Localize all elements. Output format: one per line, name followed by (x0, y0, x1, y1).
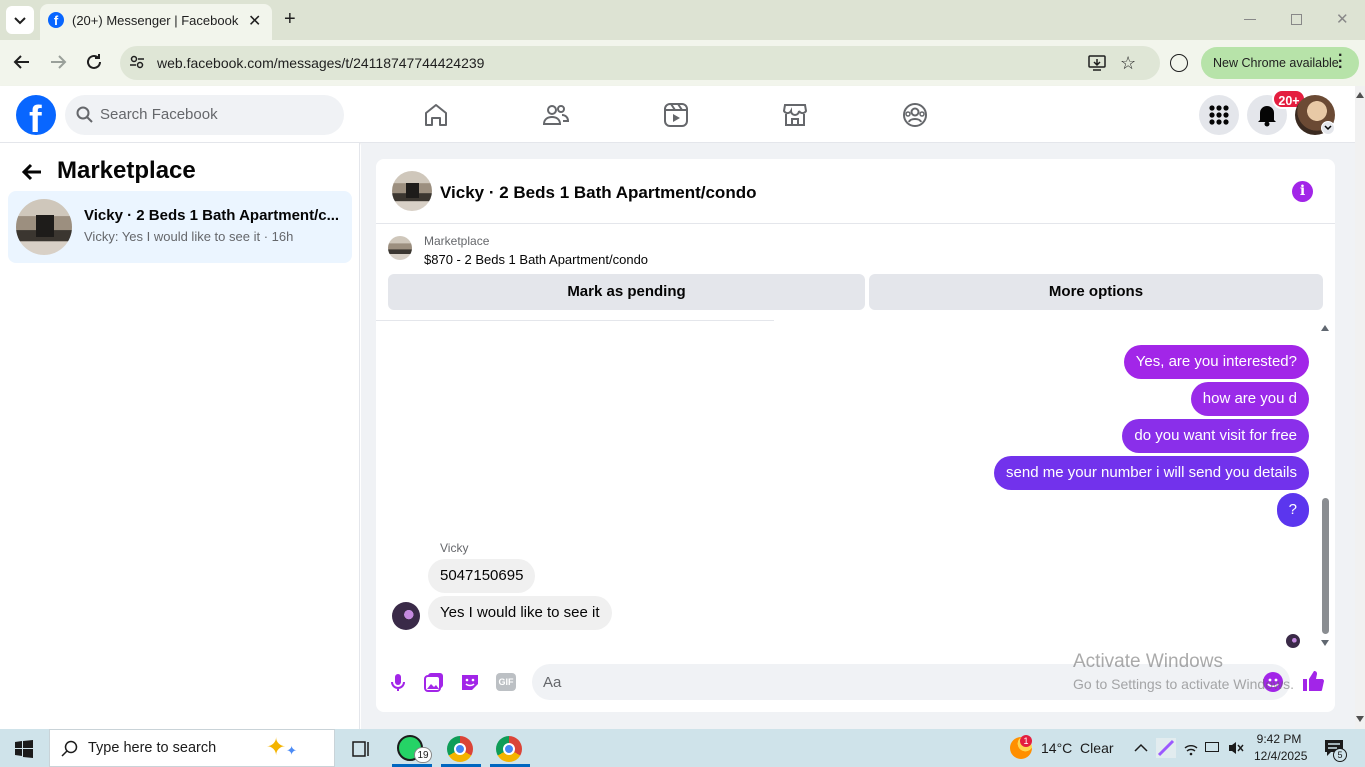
conversation-preview: Vicky: Yes I would like to see it · 16h (84, 229, 294, 244)
outgoing-message: Yes, are you interested? (1123, 345, 1309, 379)
minimize-button[interactable] (1244, 19, 1256, 20)
weather-text[interactable]: 14°C Clear (1041, 740, 1114, 756)
facebook-logo[interactable]: f (16, 95, 56, 135)
sender-avatar[interactable] (392, 602, 420, 630)
page-scroll-down-arrow[interactable] (1356, 716, 1364, 722)
arrow-left-icon (13, 55, 29, 69)
account-chevron-icon[interactable] (1321, 121, 1335, 135)
listing-price[interactable]: $870 - 2 Beds 1 Bath Apartment/condo (424, 252, 648, 267)
gif-icon[interactable]: GIF (496, 673, 516, 691)
back-button[interactable] (12, 52, 32, 72)
back-arrow-button[interactable] (20, 160, 44, 184)
clock-time[interactable]: 9:42 PM (1254, 732, 1304, 746)
window-close-button[interactable]: ✕ (1336, 10, 1349, 28)
network-icon[interactable] (1183, 740, 1199, 756)
message-input-placeholder: Aa (543, 674, 562, 691)
notification-count: 5 (1333, 748, 1347, 762)
chrome-menu-icon[interactable]: · · · (1338, 48, 1343, 76)
show-hidden-icons-chevron-icon[interactable] (1133, 740, 1149, 756)
groups-icon[interactable] (901, 101, 929, 129)
grid-icon (1209, 105, 1229, 125)
incoming-message: 5047150695 (428, 559, 536, 593)
seen-avatar (1286, 634, 1300, 648)
forward-button[interactable] (48, 52, 68, 72)
scroll-down-arrow[interactable] (1321, 640, 1329, 646)
video-icon[interactable] (662, 101, 690, 129)
reload-icon (87, 54, 101, 69)
outgoing-message: do you want visit for free (1122, 419, 1309, 453)
chrome-taskbar-icon[interactable] (447, 736, 473, 762)
chat-title[interactable]: Vicky · 2 Beds 1 Bath Apartment/condo (440, 183, 756, 203)
chat-header-divider (376, 223, 1335, 224)
tab-close-icon[interactable]: ✕ (248, 11, 261, 31)
new-tab-button[interactable]: + (284, 8, 296, 31)
page-scroll-up-arrow[interactable] (1356, 92, 1364, 98)
volume-muted-icon[interactable] (1227, 740, 1245, 756)
chrome-taskbar-icon[interactable] (496, 736, 522, 762)
photo-icon[interactable] (424, 672, 444, 692)
search-icon (61, 740, 79, 758)
marketplace-icon[interactable] (781, 101, 809, 129)
info-icon[interactable]: i (1292, 181, 1313, 202)
task-view-icon[interactable] (351, 739, 371, 759)
battery-icon[interactable] (1205, 742, 1219, 752)
activate-windows-title: Activate Windows (1073, 651, 1223, 672)
outgoing-message: how are you d (1190, 382, 1309, 416)
new-chrome-label: New Chrome available (1213, 56, 1339, 70)
listing-thumbnail[interactable] (388, 236, 412, 260)
pen-icon[interactable] (1156, 738, 1176, 758)
sticker-icon[interactable] (460, 672, 480, 692)
sparkle-icon: ✦✦ (266, 734, 298, 761)
whatsapp-badge: 19 (414, 747, 432, 763)
bookmark-star-icon[interactable]: ☆ (1120, 53, 1136, 74)
taskbar-search-placeholder: Type here to search (88, 740, 217, 756)
windows-start-icon[interactable] (15, 740, 33, 758)
more-options-button[interactable]: More options (869, 274, 1323, 310)
restore-button[interactable] (1291, 14, 1302, 25)
search-icon (76, 106, 94, 124)
sender-name: Vicky (440, 541, 469, 555)
mark-as-pending-button[interactable]: Mark as pending (388, 274, 865, 310)
like-thumb-icon[interactable] (1301, 669, 1325, 693)
page-scrollbar[interactable] (1355, 86, 1365, 729)
site-info-icon[interactable] (129, 54, 145, 70)
url-text[interactable]: web.facebook.com/messages/t/241187477444… (157, 55, 484, 71)
chevron-down-icon (14, 17, 26, 25)
install-app-icon[interactable] (1088, 54, 1106, 72)
outgoing-message: send me your number i will send you deta… (994, 456, 1309, 490)
tab-title: (20+) Messenger | Facebook (72, 13, 239, 28)
chat-thumbnail[interactable] (392, 171, 432, 211)
incoming-message: Yes I would like to see it (428, 596, 612, 630)
weather-badge: 1 (1020, 735, 1032, 747)
microphone-icon[interactable] (388, 672, 408, 692)
friends-icon[interactable] (542, 101, 570, 129)
panel-title: Marketplace (57, 157, 196, 184)
conversation-thumbnail (16, 199, 72, 255)
listing-source-label: Marketplace (424, 234, 490, 248)
scroll-up-arrow[interactable] (1321, 325, 1329, 331)
arrow-right-icon (51, 55, 67, 69)
search-placeholder: Search Facebook (100, 106, 218, 123)
arrow-left-icon (21, 163, 41, 181)
messages-scrollbar[interactable] (1322, 498, 1329, 634)
facebook-favicon: f (48, 12, 64, 28)
reload-button[interactable] (84, 52, 104, 72)
outgoing-message: ? (1276, 493, 1309, 527)
clock-date[interactable]: 12/4/2025 (1254, 749, 1307, 763)
profile-icon[interactable] (1170, 54, 1188, 72)
menu-grid-button[interactable] (1199, 95, 1239, 135)
activate-windows-subtitle: Go to Settings to activate Windows. (1073, 676, 1294, 692)
tab-search-button[interactable] (6, 6, 34, 34)
messages-top-divider (376, 320, 774, 321)
conversation-name: Vicky · 2 Beds 1 Bath Apartment/c... (84, 207, 340, 224)
home-icon[interactable] (422, 101, 450, 129)
